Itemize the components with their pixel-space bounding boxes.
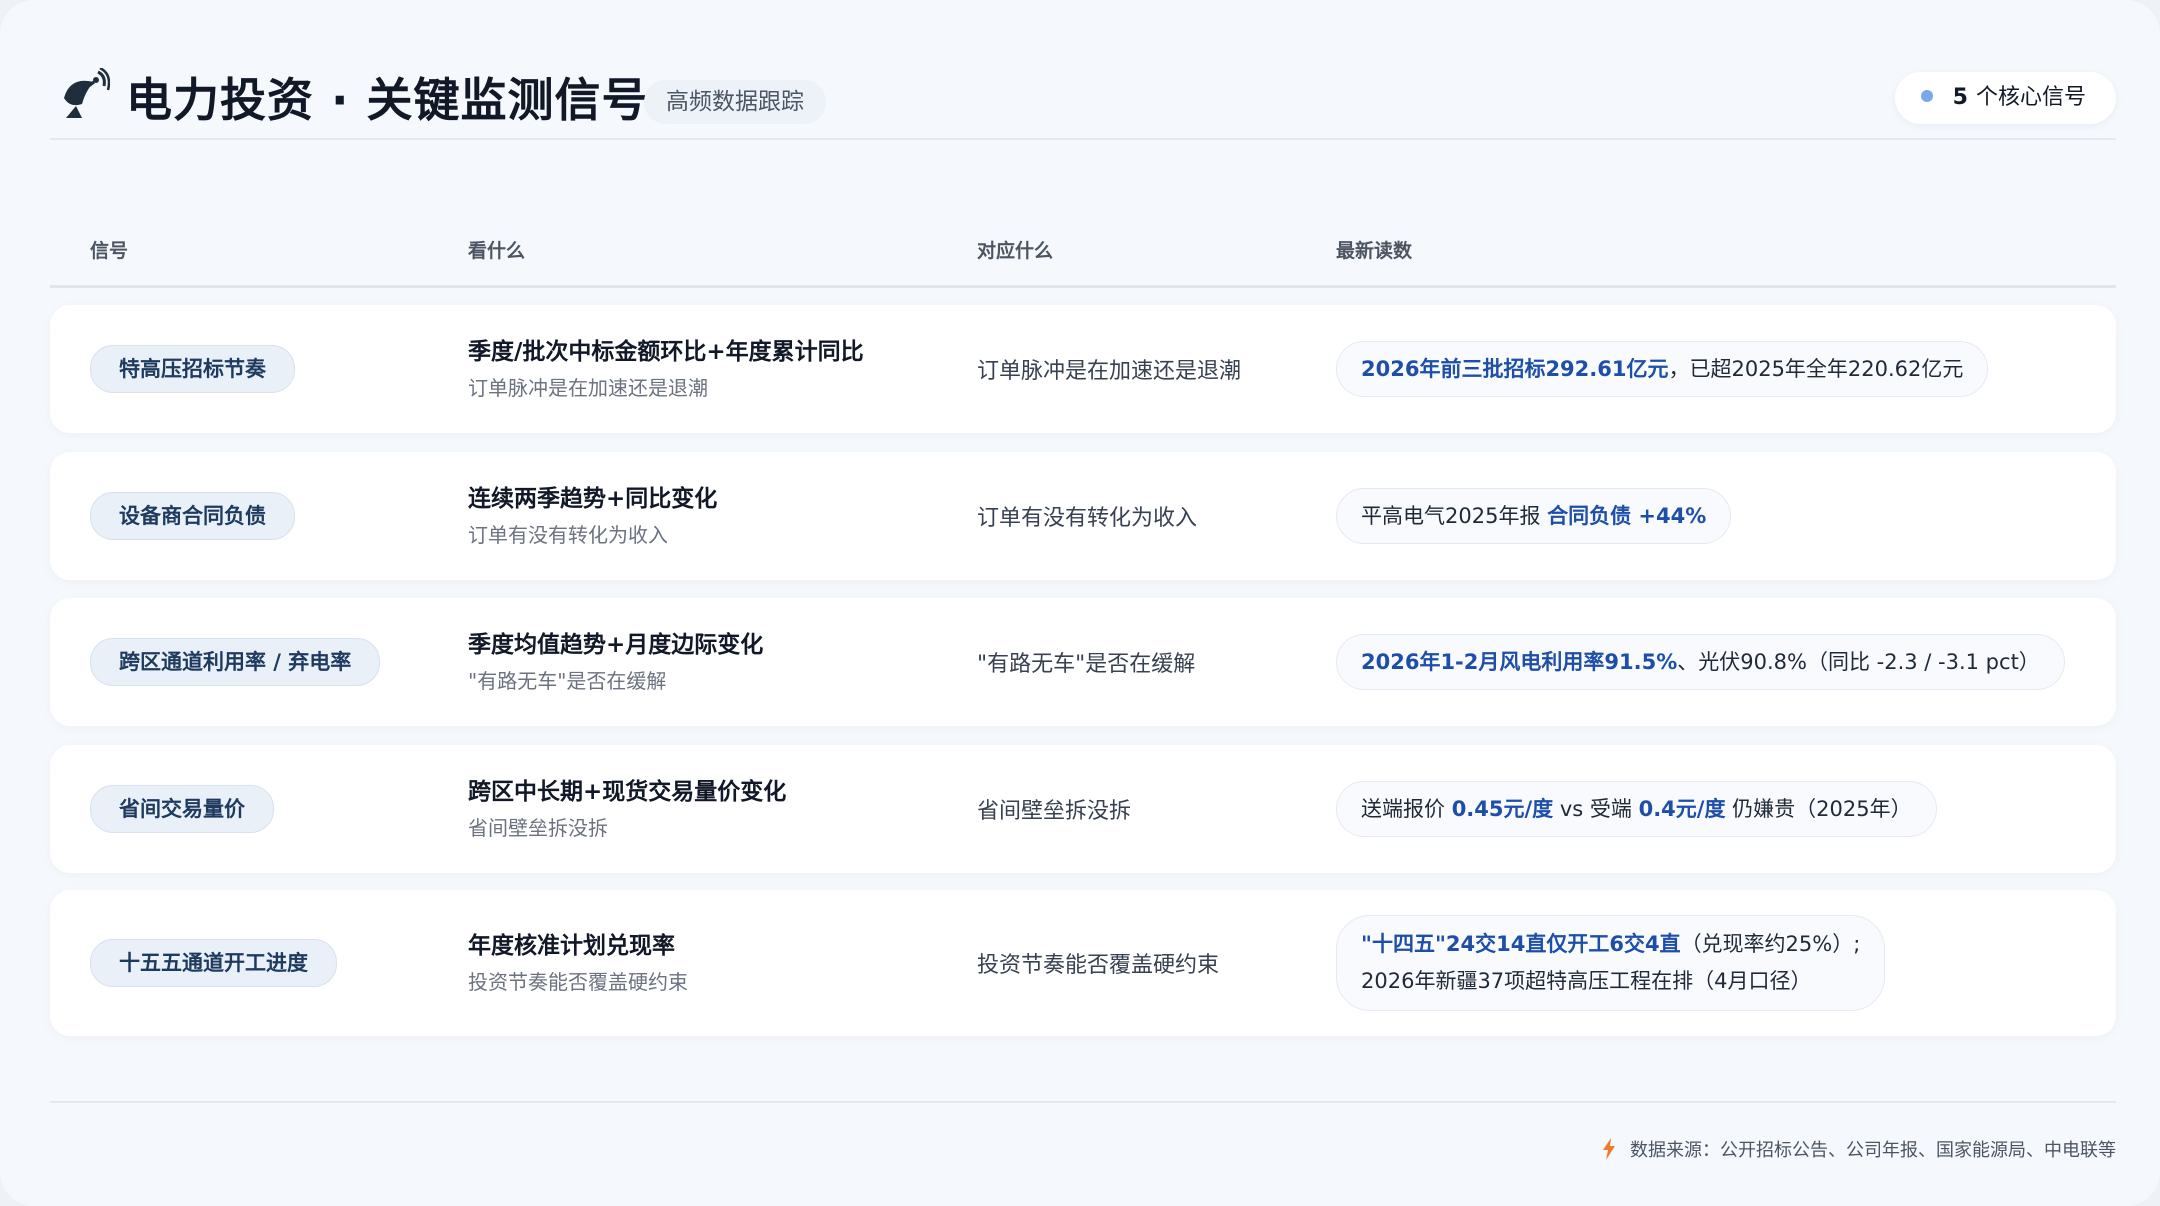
what-main: 跨区中长期+现货交易量价变化: [468, 779, 787, 805]
means-cell: 订单脉冲是在加速还是退潮: [977, 359, 1242, 384]
reading-pill: 送端报价 0.45元/度 vs 受端 0.4元/度 仍嫌贵（2025年）: [1336, 781, 1937, 837]
header-divider: [50, 138, 2116, 140]
reading-highlight: 2026年1-2月风电利用率91.5%: [1361, 650, 1678, 674]
reading-text: 平高电气2025年报: [1361, 504, 1548, 528]
what-sub: 订单脉冲是在加速还是退潮: [468, 376, 708, 400]
subtitle-chip: 高频数据跟踪: [644, 80, 826, 124]
reading-text: 仍嫌贵（2025年）: [1725, 797, 1912, 821]
reading-highlight: "十四五"24交14直仅开工6交4直: [1361, 932, 1681, 956]
reading-text: 送端报价: [1361, 797, 1452, 821]
satellite-dish-icon: [64, 68, 110, 118]
what-main: 季度/批次中标金额环比+年度累计同比: [468, 339, 864, 365]
table-header: 信号 看什么 对应什么 最新读数: [50, 236, 2116, 286]
column-header-reading: 最新读数: [1336, 240, 1413, 262]
table-row: 十五五通道开工进度 年度核准计划兑现率 投资节奏能否覆盖硬约束 投资节奏能否覆盖…: [50, 890, 2116, 1036]
reading-pill: "十四五"24交14直仅开工6交4直（兑现率约25%）; 2026年新疆37项超…: [1336, 915, 1886, 1011]
table-row: 省间交易量价 跨区中长期+现货交易量价变化 省间壁垒拆没拆 省间壁垒拆没拆 送端…: [50, 745, 2116, 873]
means-cell: 投资节奏能否覆盖硬约束: [977, 953, 1220, 978]
what-cell: 连续两季趋势+同比变化 订单有没有转化为收入: [468, 480, 717, 552]
what-sub: 省间壁垒拆没拆: [468, 816, 608, 840]
what-cell: 季度均值趋势+月度边际变化 "有路无车"是否在缓解: [468, 626, 763, 698]
table-header-divider: [50, 285, 2116, 288]
signal-count-badge: 5 个核心信号: [1894, 72, 2116, 124]
dashboard-card: 电力投资 · 关键监测信号 高频数据跟踪 5 个核心信号 信号 看什么 对应什么 …: [0, 0, 2160, 1206]
lightning-icon: [1603, 1138, 1615, 1160]
means-cell: 省间壁垒拆没拆: [977, 799, 1132, 824]
column-header-what: 看什么: [468, 240, 526, 262]
signal-tag: 跨区通道利用率 / 弃电率: [90, 638, 381, 686]
what-main: 年度核准计划兑现率: [468, 933, 675, 959]
reading-highlight: 2026年前三批招标292.61亿元: [1361, 357, 1669, 381]
what-cell: 季度/批次中标金额环比+年度累计同比 订单脉冲是在加速还是退潮: [468, 333, 864, 405]
reading-text: （兑现率约25%）;: [1680, 932, 1861, 956]
data-source-text: 数据来源：公开招标公告、公司年报、国家能源局、中电联等: [1630, 1140, 2116, 1161]
column-header-means: 对应什么: [977, 240, 1054, 262]
signal-tag: 设备商合同负债: [90, 492, 295, 540]
table-row: 特高压招标节奏 季度/批次中标金额环比+年度累计同比 订单脉冲是在加速还是退潮 …: [50, 305, 2116, 433]
what-cell: 跨区中长期+现货交易量价变化 省间壁垒拆没拆: [468, 773, 786, 845]
reading-text: 、光伏90.8%（同比 -2.3 / -3.1 pct）: [1677, 650, 2040, 674]
page-title: 电力投资 · 关键监测信号: [126, 73, 649, 127]
table-row: 跨区通道利用率 / 弃电率 季度均值趋势+月度边际变化 "有路无车"是否在缓解 …: [50, 598, 2116, 726]
signal-tag: 特高压招标节奏: [90, 345, 295, 393]
reading-line: 2026年新疆37项超特高压工程在排（4月口径）: [1361, 969, 1812, 993]
reading-highlight: 0.45元/度: [1451, 797, 1554, 821]
reading-line: "十四五"24交14直仅开工6交4直（兑现率约25%）;: [1361, 926, 1860, 963]
page-header: 电力投资 · 关键监测信号 高频数据跟踪 5 个核心信号: [50, 58, 2116, 140]
means-cell: "有路无车"是否在缓解: [977, 652, 1196, 677]
reading-highlight: 0.4元/度: [1638, 797, 1726, 821]
status-dot-icon: [1920, 90, 1933, 102]
what-sub: 订单有没有转化为收入: [468, 523, 668, 547]
table-row: 设备商合同负债 连续两季趋势+同比变化 订单有没有转化为收入 订单有没有转化为收…: [50, 452, 2116, 580]
what-main: 季度均值趋势+月度边际变化: [468, 632, 764, 658]
reading-text: vs 受端: [1553, 797, 1639, 821]
what-main: 连续两季趋势+同比变化: [468, 486, 718, 512]
reading-pill: 平高电气2025年报 合同负债 +44%: [1336, 488, 1732, 544]
means-cell: 订单有没有转化为收入: [977, 506, 1198, 531]
column-header-signal: 信号: [90, 240, 129, 262]
signal-tag: 十五五通道开工进度: [90, 939, 337, 987]
reading-highlight: 合同负债 +44%: [1547, 504, 1707, 528]
footer-divider: [50, 1101, 2116, 1103]
what-sub: 投资节奏能否覆盖硬约束: [468, 970, 688, 994]
signal-tag: 省间交易量价: [90, 785, 274, 833]
data-source-note: 数据来源：公开招标公告、公司年报、国家能源局、中电联等: [1602, 1136, 2116, 1162]
signal-count-label: 个核心信号: [1975, 85, 2086, 110]
signal-count: 5: [1952, 85, 1968, 110]
reading-text: ，已超2025年全年220.62亿元: [1668, 357, 1964, 381]
reading-pill: 2026年前三批招标292.61亿元，已超2025年全年220.62亿元: [1336, 341, 1989, 397]
what-cell: 年度核准计划兑现率 投资节奏能否覆盖硬约束: [468, 927, 688, 999]
reading-pill: 2026年1-2月风电利用率91.5%、光伏90.8%（同比 -2.3 / -3…: [1336, 634, 2065, 690]
what-sub: "有路无车"是否在缓解: [468, 669, 667, 693]
